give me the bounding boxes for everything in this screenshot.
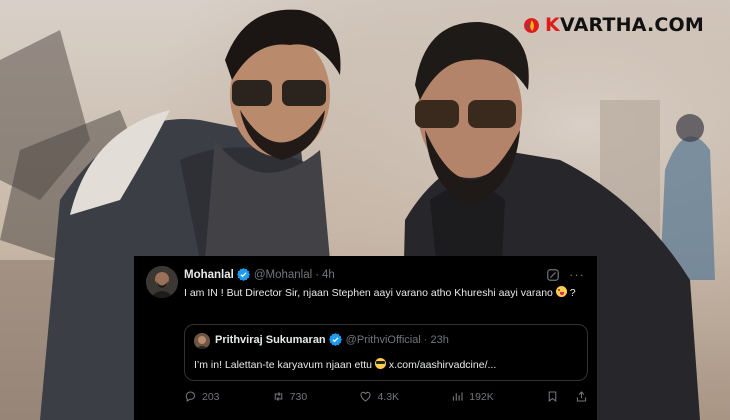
bookmark-icon[interactable] (546, 390, 559, 403)
views-chart-icon (453, 392, 463, 401)
heart-icon (360, 391, 371, 402)
author-avatar[interactable] (146, 266, 178, 298)
repost-button[interactable]: 730 (272, 390, 308, 403)
reply-icon (185, 391, 196, 402)
tweet-card: Mohanlal @Mohanlal · 4h ··· I am IN ! Bu… (134, 256, 597, 420)
views-count: 192K (469, 390, 494, 403)
grok-icon[interactable] (546, 268, 560, 282)
winking-tongue-emoji-icon (555, 286, 567, 297)
quoted-author-handle: @PrithviOfficial (345, 333, 421, 346)
quoted-timestamp: 23h (430, 333, 449, 346)
tweet-actions: 203 730 4.3K 192K (184, 390, 588, 403)
reply-button[interactable]: 203 (184, 390, 220, 403)
tweet-header: Mohanlal @Mohanlal · 4h ··· (184, 267, 585, 282)
brand-name: KVARTHA.COM (545, 14, 704, 36)
quoted-text: I’m in! Lalettan-te karyavum njaan ettu … (194, 358, 497, 371)
views-button[interactable]: 192K (451, 390, 494, 403)
sunglasses-emoji-icon (374, 358, 386, 369)
author-name[interactable]: Mohanlal (184, 269, 234, 281)
quoted-verified-badge-icon (328, 333, 342, 346)
tweet-text: I am IN ! But Director Sir, njaan Stephe… (184, 286, 576, 299)
repost-count: 730 (289, 390, 308, 403)
share-icon[interactable] (575, 390, 588, 403)
like-count: 4.3K (377, 390, 400, 403)
quoted-header: Prithviraj Sukumaran @PrithviOfficial · … (215, 333, 449, 346)
author-handle[interactable]: @Mohanlal (254, 269, 312, 281)
kvartha-watermark: KVARTHA.COM (523, 14, 704, 36)
verified-badge-icon (236, 268, 250, 281)
reply-count: 203 (202, 390, 220, 403)
repost-icon (274, 392, 282, 401)
kvartha-flame-icon (524, 17, 539, 33)
quoted-author-name: Prithviraj Sukumaran (215, 333, 326, 346)
quoted-tweet[interactable]: Prithviraj Sukumaran @PrithviOfficial · … (184, 324, 588, 381)
quoted-link[interactable]: x.com/aashirvadcine/... (386, 359, 496, 371)
more-options-icon[interactable]: ··· (569, 267, 585, 282)
tweet-timestamp[interactable]: 4h (322, 269, 335, 281)
like-button[interactable]: 4.3K (359, 390, 399, 403)
quoted-separator: · (423, 333, 428, 346)
header-separator: · (315, 268, 320, 281)
quoted-author-avatar (194, 333, 210, 349)
